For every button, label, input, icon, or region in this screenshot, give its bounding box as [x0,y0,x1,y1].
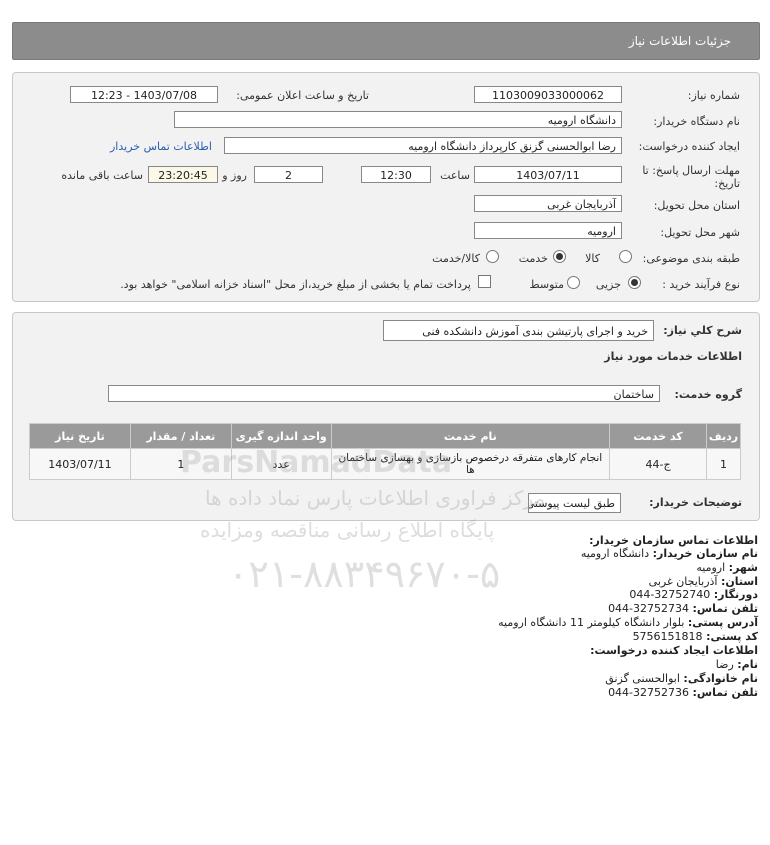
category-service-label: خدمت [518,252,548,265]
creator-heading: اطلاعات ایجاد کننده درخواست: [590,644,758,657]
description-field: خرید و اجرای پارتیشن بندی آموزش دانشکده … [383,320,654,341]
watermark-brand: ParsNamadData [180,445,453,480]
days-label: روز و [222,169,247,182]
need-details-panel [12,72,760,302]
creator-first-name: نام: رضا [715,658,758,671]
process-minor-radio[interactable] [628,276,641,289]
category-goods-service-label: کالا/خدمت [432,252,480,265]
city-label: شهر محل تحویل: [660,226,740,239]
process-medium-label: متوسط [529,278,564,291]
buyer-notes-label: توضیحات خریدار: [649,496,742,509]
category-label: طبقه بندی موضوعی: [642,252,740,265]
creator-phone: تلفن تماس: 044-32752736 [608,686,758,699]
col-row-header: ردیف [706,423,741,449]
contact-address: آدرس پستی: بلوار دانشگاه کیلومتر 11 دانش… [498,616,758,629]
buyer-org-field: دانشگاه ارومیه [174,111,622,128]
category-goods-label: کالا [585,252,600,265]
city-field: ارومیه [474,222,622,239]
deadline-date-field: 1403/07/11 [474,166,622,183]
days-field: 2 [254,166,323,183]
treasury-payment-note: پرداخت تمام یا بخشی از مبلغ خرید،از محل … [120,278,471,291]
buyer-org-label: نام دستگاه خریدار: [653,115,740,128]
col-date-header: تاریخ نیاز [29,423,131,449]
watermark-line-3: پایگاه اطلاع رسانی مناقصه ومزایده [200,518,495,542]
remaining-time-label: ساعت باقی مانده [61,169,143,182]
services-heading: اطلاعات خدمات مورد نیاز [604,350,742,363]
deadline-label-date: تاریخ: [714,177,740,190]
col-code-header: کد خدمت [609,423,708,449]
page-header: جزئیات اطلاعات نیاز [12,22,760,60]
service-group-field: ساختمان [108,385,660,402]
category-goods-radio[interactable] [619,250,632,263]
deadline-time-label: ساعت [440,169,470,182]
process-minor-label: جزیی [595,278,621,291]
contact-phone: تلفن تماس: 044-32752734 [608,602,758,615]
contact-fax: دورنگار: 044-32752740 [629,588,758,601]
service-group-label: گروه خدمت: [674,388,742,401]
process-medium-radio[interactable] [567,276,580,289]
cell-code: ج-44 [609,448,708,480]
cell-row: 1 [706,448,741,480]
deadline-time-field: 12:30 [361,166,431,183]
cell-date: 1403/07/11 [29,448,131,480]
need-number-label: شماره نیاز: [687,89,740,102]
watermark-line-2: مرکز فراوری اطلاعات پارس نماد داده ها [205,486,546,510]
process-label: نوع فرآیند خرید : [662,278,740,291]
creator-label: ایجاد کننده درخواست: [638,140,740,153]
treasury-payment-checkbox[interactable] [478,275,491,288]
creator-last-name: نام خانوادگی: ابوالحسنی گزنق [605,672,758,685]
province-label: استان محل تحویل: [653,199,740,212]
announce-label: تاریخ و ساعت اعلان عمومی: [236,89,369,102]
contact-city: شهر: ارومیه [696,561,758,574]
contact-province: استان: آذربایجان غربی [648,575,758,588]
need-number-field: 1103009033000062 [474,86,622,103]
category-service-radio[interactable] [553,250,566,263]
category-goods-service-radio[interactable] [486,250,499,263]
contact-heading: اطلاعات تماس سازمان خریدار: [589,534,758,547]
announce-datetime-field: 1403/07/08 - 12:23 [70,86,218,103]
deadline-label: مهلت ارسال پاسخ: تا [642,164,740,177]
province-field: آذربایجان غربی [474,195,622,212]
page-title: جزئیات اطلاعات نیاز [628,34,731,48]
creator-field: رضا ابوالحسنی گزنق کارپرداز دانشگاه اروم… [224,137,622,154]
remaining-time-field: 23:20:45 [148,166,218,183]
contact-org: نام سازمان خریدار: دانشگاه ارومیه [580,547,758,560]
contact-postal-code: کد پستی: 5756151818 [632,630,758,643]
watermark-phone: ۰۲۱-۸۸۳۴۹۶۷۰-۵ [228,552,501,596]
description-label: شرح كلي نياز: [663,324,742,337]
buyer-contact-link[interactable]: اطلاعات تماس خریدار [110,140,212,153]
